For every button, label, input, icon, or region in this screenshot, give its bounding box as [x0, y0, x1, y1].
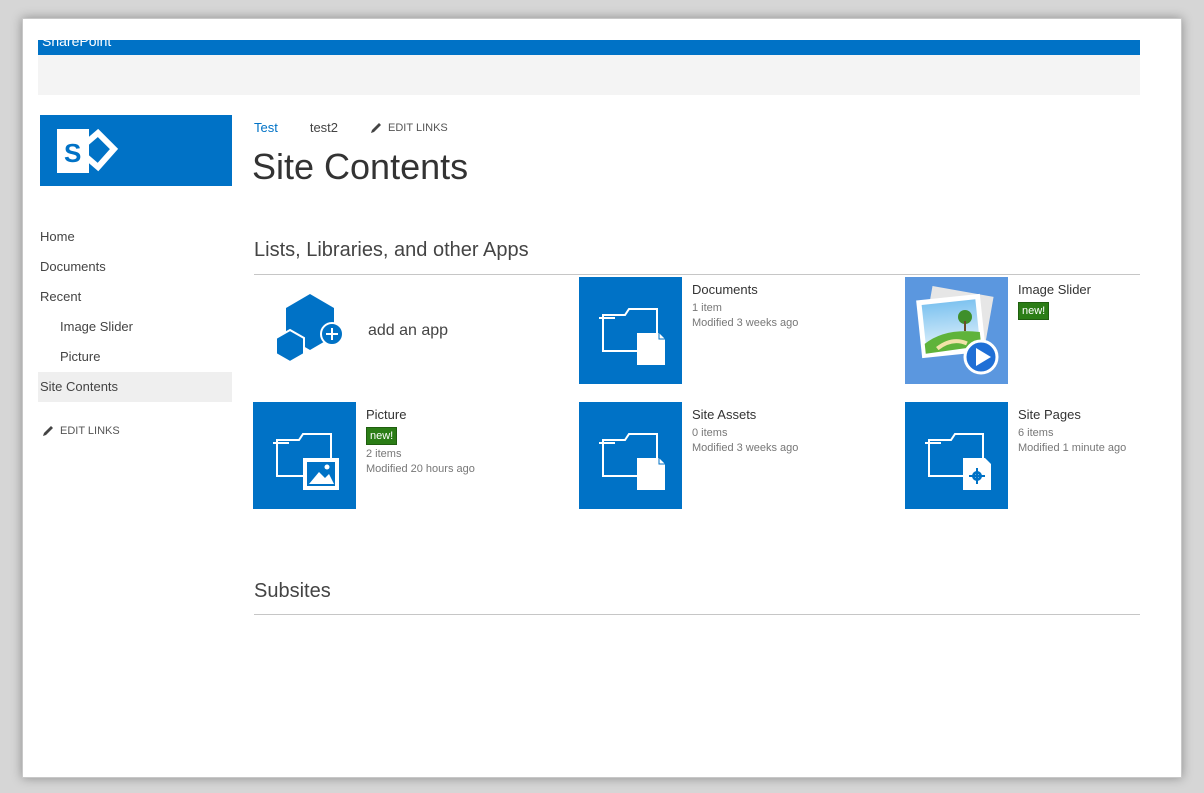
top-edit-links-label: EDIT LINKS [388, 121, 448, 134]
app-modified-documents: Modified 3 weeks ago [692, 317, 799, 329]
app-count-picture: 2 items [366, 448, 402, 460]
app-name-site-pages[interactable]: Site Pages [1018, 407, 1140, 422]
app-info-picture: Picture new! 2 items Modified 20 hours a… [366, 407, 576, 477]
app-tile-picture[interactable] [253, 402, 356, 509]
app-info-site-pages: Site Pages 6 items Modified 1 minute ago [1018, 407, 1140, 456]
picture-library-icon [273, 433, 339, 490]
nav-item-documents[interactable]: Documents [38, 252, 232, 282]
subsites-section-header: Subsites [254, 580, 331, 602]
app-name-documents[interactable]: Documents [692, 282, 902, 297]
app-name-site-assets[interactable]: Site Assets [692, 407, 902, 422]
page-area: SharePoint S Home Documents Recent Image… [0, 0, 1140, 793]
document-library-icon [599, 308, 665, 365]
subsites-section-divider [254, 614, 1140, 615]
topnav-item-test[interactable]: Test [254, 120, 278, 135]
app-tile-site-assets[interactable] [579, 402, 682, 509]
apps-section-header: Lists, Libraries, and other Apps [254, 239, 529, 261]
nav-item-image-slider[interactable]: Image Slider [38, 312, 232, 342]
top-edit-links[interactable]: EDIT LINKS [370, 122, 448, 134]
app-info-site-assets: Site Assets 0 items Modified 3 weeks ago [692, 407, 902, 456]
left-edit-links-label: EDIT LINKS [60, 425, 120, 437]
nav-item-recent[interactable]: Recent [38, 282, 232, 312]
app-name-image-slider[interactable]: Image Slider [1018, 282, 1140, 297]
pencil-icon [371, 122, 382, 133]
new-badge: new! [1018, 302, 1050, 320]
sharepoint-logo-icon: S [57, 128, 119, 173]
add-app-button[interactable]: add an app [270, 290, 530, 370]
add-app-icon [275, 294, 344, 364]
app-count-documents: 1 item [692, 302, 722, 314]
app-tile-site-pages[interactable] [905, 402, 1008, 509]
site-pages-icon [925, 433, 991, 490]
add-app-label: add an app [368, 322, 449, 339]
suite-brand[interactable]: SharePoint [42, 40, 111, 49]
nav-item-home[interactable]: Home [38, 222, 232, 252]
app-count-site-pages: 6 items [1018, 427, 1054, 439]
app-count-site-assets: 0 items [692, 427, 728, 439]
apps-section-divider [254, 274, 1140, 275]
suite-bar: SharePoint [38, 40, 1140, 55]
app-modified-picture: Modified 20 hours ago [366, 463, 475, 475]
ribbon-bar [38, 55, 1140, 95]
app-tile-image-slider[interactable] [905, 277, 1008, 384]
image-slider-icon [905, 277, 1008, 384]
app-modified-site-pages: Modified 1 minute ago [1018, 442, 1127, 454]
nav-item-site-contents[interactable]: Site Contents [38, 372, 232, 402]
pencil-icon [43, 426, 53, 436]
topnav-item-test2[interactable]: test2 [310, 120, 338, 135]
page-title: Site Contents [252, 146, 469, 187]
app-info-image-slider: Image Slider new! [1018, 282, 1140, 322]
app-tile-documents[interactable] [579, 277, 682, 384]
app-name-picture[interactable]: Picture [366, 407, 576, 422]
left-navigation: Home Documents Recent Image Slider Pictu… [38, 222, 232, 402]
new-badge: new! [366, 427, 398, 445]
document-library-icon [599, 433, 665, 490]
site-logo[interactable]: S [40, 115, 232, 186]
top-navigation: Test test2 EDIT LINKS [254, 120, 448, 135]
nav-item-picture[interactable]: Picture [38, 342, 232, 372]
left-edit-links[interactable]: EDIT LINKS [42, 425, 120, 437]
svg-text:S: S [64, 138, 81, 168]
app-modified-site-assets: Modified 3 weeks ago [692, 442, 799, 454]
app-info-documents: Documents 1 item Modified 3 weeks ago [692, 282, 902, 331]
